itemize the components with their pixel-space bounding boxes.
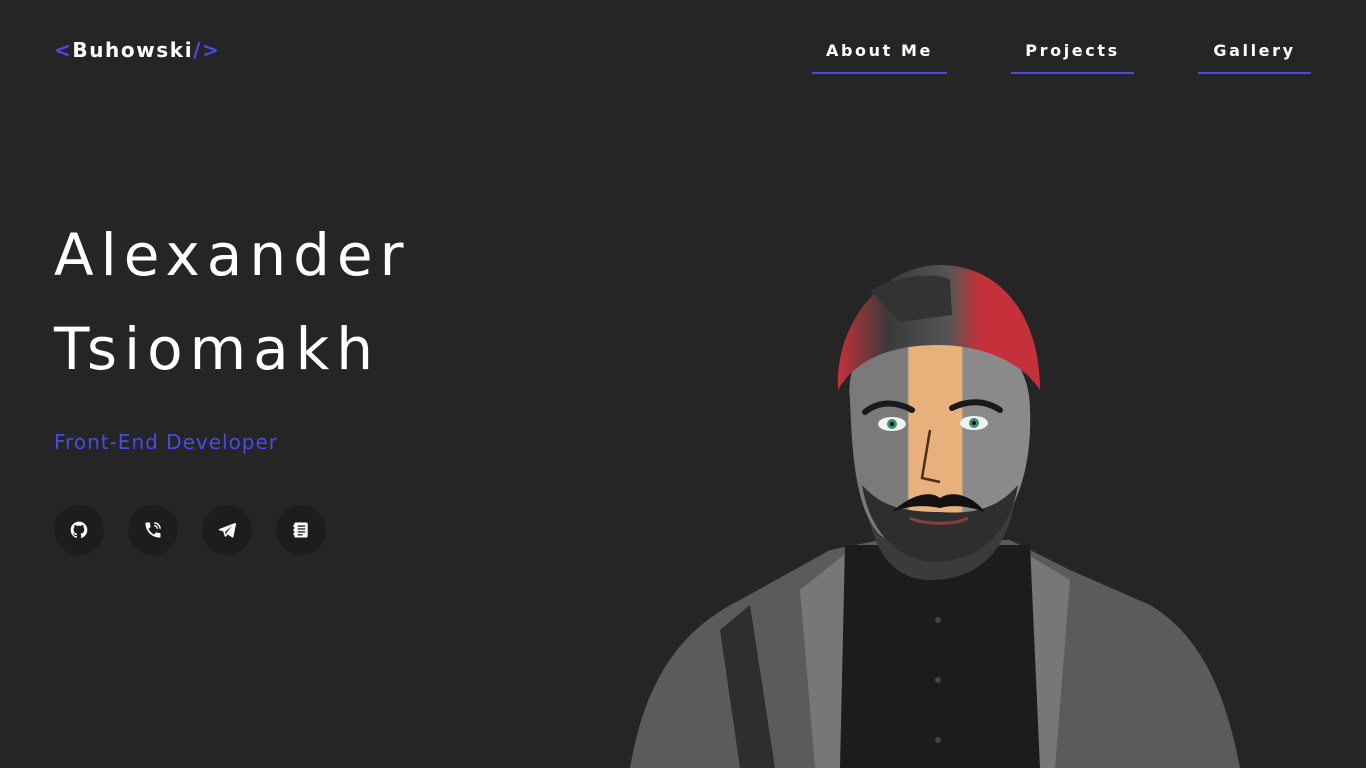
telegram-link[interactable] [202,505,252,555]
hero-role: Front-End Developer [54,430,279,454]
resume-icon [293,522,308,538]
nav-gallery[interactable]: Gallery [1198,40,1311,74]
phone-link[interactable] [128,505,178,555]
portrait-illustration [630,265,1240,768]
hero-first-name: Alexander [54,221,411,289]
page: <Buhowski/> About Me Projects Gallery Al… [0,0,1366,768]
hero-last-name: Tsiomakh [54,315,381,383]
social-links [54,505,326,555]
github-icon [70,521,88,539]
resume-link[interactable] [276,505,326,555]
hero-name: Alexander Tsiomakh [54,208,410,396]
nav-projects[interactable]: Projects [1011,40,1134,74]
telegram-icon [218,522,237,538]
github-link[interactable] [54,505,104,555]
nav-about-me[interactable]: About Me [812,40,947,74]
phone-icon [145,522,161,538]
main-nav: About Me Projects Gallery [0,40,1366,74]
